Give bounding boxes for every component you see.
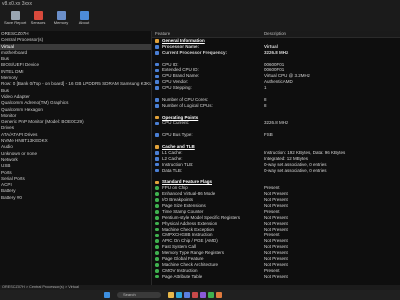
feature-flag-icon xyxy=(155,245,159,249)
toolbar: Save Report Sensors Memory About xyxy=(0,9,400,32)
toolbar-button-label: Save Report xyxy=(4,20,27,25)
info-icon xyxy=(155,103,159,108)
feature-flag-icon xyxy=(155,233,159,238)
info-icon xyxy=(155,151,159,155)
feature-flag-icon xyxy=(155,263,159,267)
details-pane: Feature Description General Information P… xyxy=(152,31,400,285)
save-report-icon xyxy=(10,11,20,20)
app-icon[interactable] xyxy=(208,292,214,298)
start-icon[interactable] xyxy=(104,292,110,298)
sensors-icon xyxy=(33,11,43,20)
store-icon[interactable] xyxy=(184,292,190,298)
memory-icon xyxy=(56,11,66,20)
info-icon xyxy=(155,98,159,102)
feature-flag-icon xyxy=(155,221,159,226)
feature-flag-icon xyxy=(155,210,159,214)
file-explorer-icon[interactable] xyxy=(168,292,174,298)
app-icon[interactable] xyxy=(192,292,198,298)
feature-flag-icon xyxy=(155,274,159,279)
info-icon xyxy=(155,74,159,79)
feature-flag-icon xyxy=(155,268,159,273)
window-title: v8.x0.xx 3xxx xyxy=(0,0,400,9)
save-report-button[interactable]: Save Report xyxy=(4,10,26,30)
info-icon xyxy=(155,162,159,167)
info-icon xyxy=(155,168,159,173)
info-icon xyxy=(155,50,159,55)
section-icon xyxy=(155,39,159,43)
tree-item[interactable]: Battery #0 xyxy=(0,195,151,201)
device-tree[interactable]: ORESCZ07H Central Processor(s) Virtual moth… xyxy=(0,31,152,285)
about-button[interactable]: About xyxy=(73,10,95,30)
info-icon xyxy=(155,45,159,49)
info-icon xyxy=(155,68,159,73)
feature-flag-icon xyxy=(155,186,159,191)
toolbar-button-label: Sensors xyxy=(30,20,46,25)
feature-flag-icon xyxy=(155,204,159,208)
sensors-button[interactable]: Sensors xyxy=(27,10,49,30)
info-icon xyxy=(155,157,159,161)
tree-item[interactable]: Row: 0 [Bank 0/Top - on board] - 16 GB L… xyxy=(0,81,151,87)
feature-flag-icon xyxy=(155,251,159,255)
feature-flag-icon xyxy=(155,192,159,196)
feature-value: Not Present xyxy=(264,273,288,279)
info-icon xyxy=(155,133,159,138)
section-icon xyxy=(155,115,159,120)
toolbar-button-label: Memory xyxy=(53,20,69,25)
memory-button[interactable]: Memory xyxy=(50,10,72,30)
feature-flag-icon xyxy=(155,215,159,220)
info-icon xyxy=(155,121,159,126)
taskbar: Search xyxy=(0,290,400,300)
taskbar-search[interactable]: Search xyxy=(117,292,161,298)
column-header-feature[interactable]: Feature xyxy=(155,31,170,37)
section-icon xyxy=(155,180,159,185)
info-icon xyxy=(155,86,159,90)
feature-flag-icon xyxy=(155,239,159,244)
app-icon[interactable] xyxy=(216,292,222,298)
section-icon xyxy=(155,145,159,149)
feature-label: Page Attribute Table xyxy=(162,273,203,279)
detail-row[interactable]: Page Attribute Table Not Present xyxy=(152,274,400,280)
details-list: General Information Processor Name: Virtua… xyxy=(152,38,400,280)
column-header-description[interactable]: Description xyxy=(264,31,286,37)
app-icon[interactable] xyxy=(200,292,206,298)
feature-flag-icon xyxy=(155,198,159,202)
feature-flag-icon xyxy=(155,227,159,232)
info-icon xyxy=(155,80,159,85)
feature-flag-icon xyxy=(155,257,159,261)
info-icon xyxy=(155,62,159,67)
about-icon xyxy=(79,11,89,20)
toolbar-button-label: About xyxy=(78,20,90,25)
details-header: Feature Description xyxy=(152,31,400,38)
edge-icon[interactable] xyxy=(176,292,182,298)
